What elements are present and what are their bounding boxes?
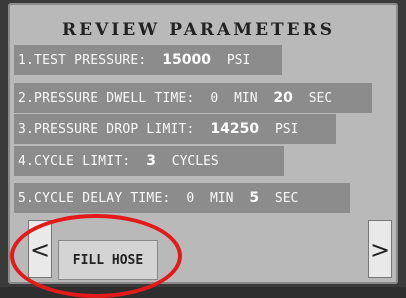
param-min-unit: MIN [234,91,258,106]
param-sec-unit: SEC [308,91,333,106]
next-page-button[interactable]: > [368,220,392,278]
fill-hose-button[interactable]: FILL HOSE [58,240,158,280]
param-label: 4.CYCLE LIMIT: [18,154,131,169]
param-label: 2.PRESSURE DWELL TIME: [18,91,195,106]
page-title: REVIEW PARAMETERS [62,20,336,40]
param-sec-value: 20 [273,90,293,106]
param-unit: CYCLES [171,154,219,169]
param-row-drop-limit: 3.PRESSURE DROP LIMIT: 14250 PSI [14,114,336,144]
param-unit: PSI [226,53,251,68]
param-row-test-pressure: 1.TEST PRESSURE: 15000 PSI [14,45,282,75]
param-label: 3.PRESSURE DROP LIMIT: [18,122,195,137]
param-value: 14250 [210,121,260,137]
param-min-value: 0 [210,91,219,106]
previous-page-button[interactable]: < [28,220,52,278]
param-row-dwell-time: 2.PRESSURE DWELL TIME: 0 MIN 20 SEC [14,83,372,113]
param-min-unit: MIN [210,191,234,206]
param-sec-value: 5 [249,190,260,206]
param-row-delay-time: 5.CYCLE DELAY TIME: 0 MIN 5 SEC [14,183,350,213]
param-value: 15000 [162,52,211,68]
param-label: 1.TEST PRESSURE: [18,53,147,68]
param-row-cycle-limit: 4.CYCLE LIMIT: 3 CYCLES [14,146,284,176]
param-min-value: 0 [186,191,195,206]
param-sec-unit: SEC [274,191,299,206]
param-label: 5.CYCLE DELAY TIME: [18,191,171,206]
param-unit: PSI [274,122,299,137]
param-value: 3 [146,153,156,169]
